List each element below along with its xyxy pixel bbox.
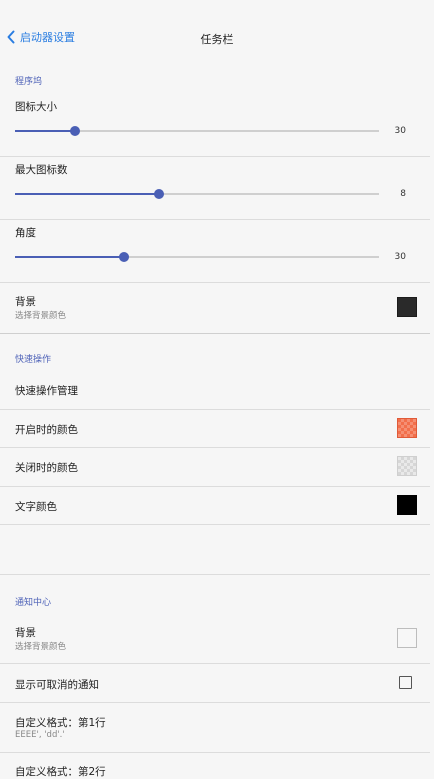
dock-background-label: 背景 — [15, 296, 36, 308]
icon-size-slider[interactable] — [15, 126, 379, 136]
dock-background-swatch[interactable] — [397, 297, 417, 317]
custom-format-2-label: 自定义格式：第2行 — [15, 766, 106, 778]
section-divider — [0, 574, 430, 575]
notification-background-row[interactable] — [0, 614, 430, 663]
slider-fill — [15, 130, 76, 132]
text-color-row[interactable] — [0, 487, 430, 524]
quick-actions-manage-label: 快速操作管理 — [15, 385, 78, 397]
slider-fill — [15, 256, 125, 258]
icon-size-label: 图标大小 — [15, 101, 57, 113]
section-divider — [0, 333, 430, 334]
angle-label: 角度 — [15, 227, 36, 239]
angle-slider[interactable] — [15, 252, 379, 262]
notification-background-sub: 选择背景颜色 — [15, 642, 67, 652]
text-color-swatch[interactable] — [397, 495, 417, 515]
off-color-swatch[interactable] — [397, 456, 417, 476]
divider — [0, 219, 430, 220]
off-color-label: 关闭时的颜色 — [15, 462, 78, 474]
section-title-notification-center: 通知中心 — [15, 598, 52, 608]
slider-thumb[interactable] — [154, 189, 165, 199]
slider-fill — [15, 193, 160, 195]
dock-background-sub: 选择背景颜色 — [15, 311, 67, 321]
max-icons-label: 最大图标数 — [15, 164, 68, 176]
dock-background-row[interactable] — [0, 283, 430, 332]
notification-background-swatch[interactable] — [397, 628, 417, 648]
icon-size-value: 30 — [394, 126, 406, 136]
divider — [0, 156, 430, 157]
top-bar: 启动器设置 任务栏 — [0, 0, 434, 74]
show-dismissable-checkbox[interactable] — [399, 676, 412, 689]
show-dismissable-label: 显示可取消的通知 — [15, 679, 99, 691]
page-title: 任务栏 — [200, 33, 234, 46]
slider-thumb[interactable] — [119, 252, 130, 262]
on-color-label: 开启时的颜色 — [15, 424, 78, 436]
divider — [0, 524, 430, 525]
max-icons-slider[interactable] — [15, 189, 379, 199]
custom-format-1-sub: EEEE', 'dd'.' — [15, 730, 65, 740]
notification-background-label: 背景 — [15, 627, 36, 639]
section-title-dock: 程序坞 — [15, 77, 43, 87]
angle-value: 30 — [394, 252, 406, 262]
custom-format-1-label: 自定义格式：第1行 — [15, 717, 106, 729]
slider-thumb[interactable] — [70, 126, 81, 136]
text-color-label: 文字颜色 — [15, 501, 57, 513]
max-icons-value: 8 — [400, 189, 406, 199]
on-color-swatch[interactable] — [397, 418, 417, 438]
section-title-quick-actions: 快速操作 — [15, 355, 52, 365]
